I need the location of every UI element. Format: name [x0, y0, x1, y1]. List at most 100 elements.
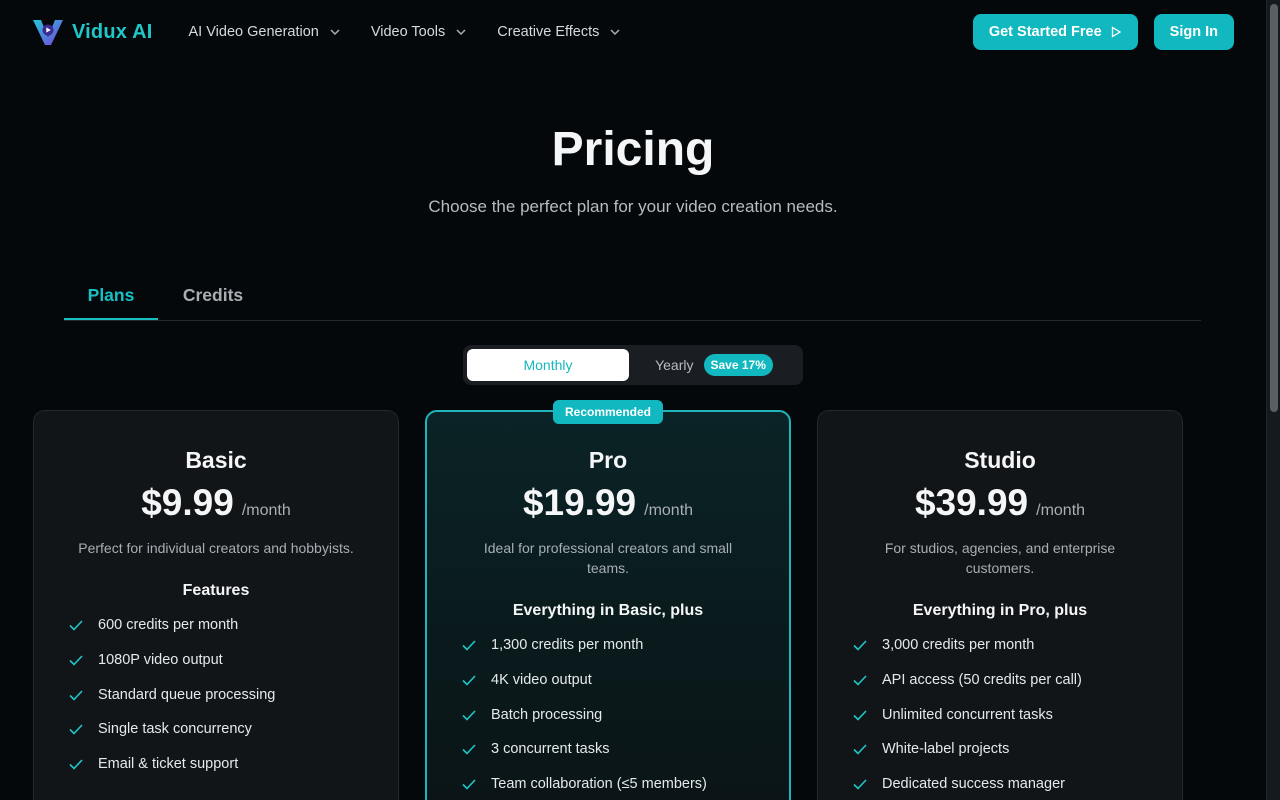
price-period: /month — [644, 502, 694, 519]
feature-text: 4K video output — [491, 672, 592, 689]
check-icon — [69, 690, 83, 701]
feature-list: 1,300 credits per month 4K video output … — [451, 628, 765, 800]
brand-logo[interactable]: Vidux AI — [32, 17, 153, 47]
feature-text: Team collaboration (≤5 members) — [491, 776, 707, 793]
page-title: Pricing — [551, 123, 715, 176]
check-icon — [69, 759, 83, 770]
scrollbar-thumb[interactable] — [1270, 4, 1278, 412]
nav-label: Creative Effects — [497, 24, 600, 40]
get-started-button[interactable]: Get Started Free — [972, 14, 1138, 50]
feature-list: 3,000 credits per month API access (50 c… — [842, 628, 1158, 800]
plan-name: Basic — [185, 447, 247, 473]
feature-text: Unlimited concurrent tasks — [882, 706, 1053, 723]
yearly-option[interactable]: Yearly Save 17% — [629, 349, 799, 381]
feature-list: 600 credits per month 1080P video output… — [58, 608, 374, 781]
feature-text: 1080P video output — [98, 652, 223, 669]
tab-plans[interactable]: Plans — [64, 272, 158, 320]
feature-item: White-label projects — [852, 732, 1158, 767]
top-navbar: Vidux AI AI Video Generation Video Tools… — [0, 0, 1266, 64]
feature-item: Batch processing — [461, 697, 765, 732]
chevron-down-icon — [456, 29, 466, 36]
header-actions: Get Started Free Sign In — [972, 14, 1234, 50]
feature-item: Email & ticket support — [68, 747, 374, 782]
check-icon — [853, 675, 867, 686]
feature-item: 3 concurrent tasks — [461, 732, 765, 767]
feature-text: Dedicated success manager — [882, 776, 1065, 793]
price-period: /month — [241, 502, 291, 519]
plan-description: Ideal for professional creators and smal… — [483, 540, 733, 576]
feature-text: Standard queue processing — [98, 686, 276, 703]
monthly-option[interactable]: Monthly — [467, 349, 629, 381]
check-icon — [462, 710, 476, 721]
check-icon — [853, 779, 867, 790]
feature-text: Single task concurrency — [98, 721, 252, 738]
billing-period-toggle: Monthly Yearly Save 17% — [463, 345, 803, 385]
check-icon — [462, 640, 476, 651]
recommended-badge: Recommended — [552, 400, 664, 424]
chevron-down-icon — [610, 29, 620, 36]
price-row: $39.99 /month — [842, 482, 1158, 524]
price-period: /month — [1036, 502, 1086, 519]
save-badge: Save 17% — [703, 354, 773, 376]
plan-card-basic: Basic $9.99 /month Perfect for individua… — [33, 410, 399, 800]
yearly-label: Yearly — [655, 357, 694, 373]
feature-text: 1,300 credits per month — [491, 637, 644, 654]
plan-description: Perfect for individual creators and hobb… — [78, 540, 354, 556]
feature-text: 3,000 credits per month — [882, 637, 1035, 654]
plan-card-pro: Recommended Pro $19.99 /month Ideal for … — [425, 400, 791, 800]
feature-item: 1080P video output — [68, 643, 374, 678]
feature-text: White-label projects — [882, 741, 1010, 758]
page-scrollbar[interactable] — [1266, 0, 1280, 800]
feature-text: 3 concurrent tasks — [491, 741, 610, 758]
features-heading: Features — [182, 582, 250, 599]
sign-in-button[interactable]: Sign In — [1153, 14, 1234, 50]
feature-item: Unlimited concurrent tasks — [852, 697, 1158, 732]
check-icon — [853, 710, 867, 721]
price-row: $9.99 /month — [58, 482, 374, 524]
feature-item: 3,000 credits per month — [852, 628, 1158, 663]
main-nav: AI Video Generation Video Tools Creative… — [189, 24, 652, 40]
feature-text: API access (50 credits per call) — [882, 672, 1082, 689]
plan-name: Pro — [588, 447, 628, 473]
nav-creative-effects[interactable]: Creative Effects — [497, 24, 621, 40]
check-icon — [69, 655, 83, 666]
feature-item: 600 credits per month — [68, 608, 374, 643]
plan-card-studio: Studio $39.99 /month For studios, agenci… — [817, 410, 1183, 800]
nav-label: AI Video Generation — [188, 24, 319, 40]
nav-video-tools[interactable]: Video Tools — [371, 24, 467, 40]
brand-name: Vidux AI — [72, 20, 153, 43]
features-heading: Everything in Pro, plus — [912, 602, 1088, 619]
feature-item: Standard queue processing — [68, 677, 374, 712]
nav-ai-video-generation[interactable]: AI Video Generation — [189, 24, 341, 40]
feature-item: 4K video output — [461, 663, 765, 698]
plan-price: $19.99 — [522, 482, 637, 523]
feature-text: Email & ticket support — [98, 756, 239, 773]
plan-price: $39.99 — [914, 482, 1029, 523]
get-started-label: Get Started Free — [988, 24, 1102, 40]
plan-description: For studios, agencies, and enterprise cu… — [884, 540, 1116, 576]
nav-label: Video Tools — [370, 24, 446, 40]
check-icon — [853, 640, 867, 651]
check-icon — [462, 675, 476, 686]
plan-price: $9.99 — [141, 482, 234, 523]
sign-in-label: Sign In — [1169, 24, 1218, 40]
vidux-logo-icon — [33, 20, 63, 45]
check-icon — [853, 744, 867, 756]
feature-item: Single task concurrency — [68, 712, 374, 747]
feature-item: API access (50 credits per call) — [852, 663, 1158, 698]
chevron-down-icon — [330, 29, 340, 36]
feature-item: Team collaboration (≤5 members) — [461, 767, 765, 800]
feature-text: Batch processing — [491, 706, 603, 723]
check-icon — [462, 779, 476, 790]
check-icon — [462, 744, 476, 756]
plan-name: Studio — [964, 447, 1036, 473]
features-heading: Everything in Basic, plus — [512, 602, 704, 619]
check-icon — [69, 620, 83, 631]
feature-text: 600 credits per month — [98, 617, 239, 634]
tab-credits[interactable]: Credits — [158, 272, 268, 320]
feature-item: Dedicated success manager — [852, 767, 1158, 800]
price-row: $19.99 /month — [451, 482, 765, 524]
feature-item: 1,300 credits per month — [461, 628, 765, 663]
play-outline-icon — [1111, 26, 1121, 38]
pricing-tabs: Plans Credits — [64, 272, 1201, 321]
